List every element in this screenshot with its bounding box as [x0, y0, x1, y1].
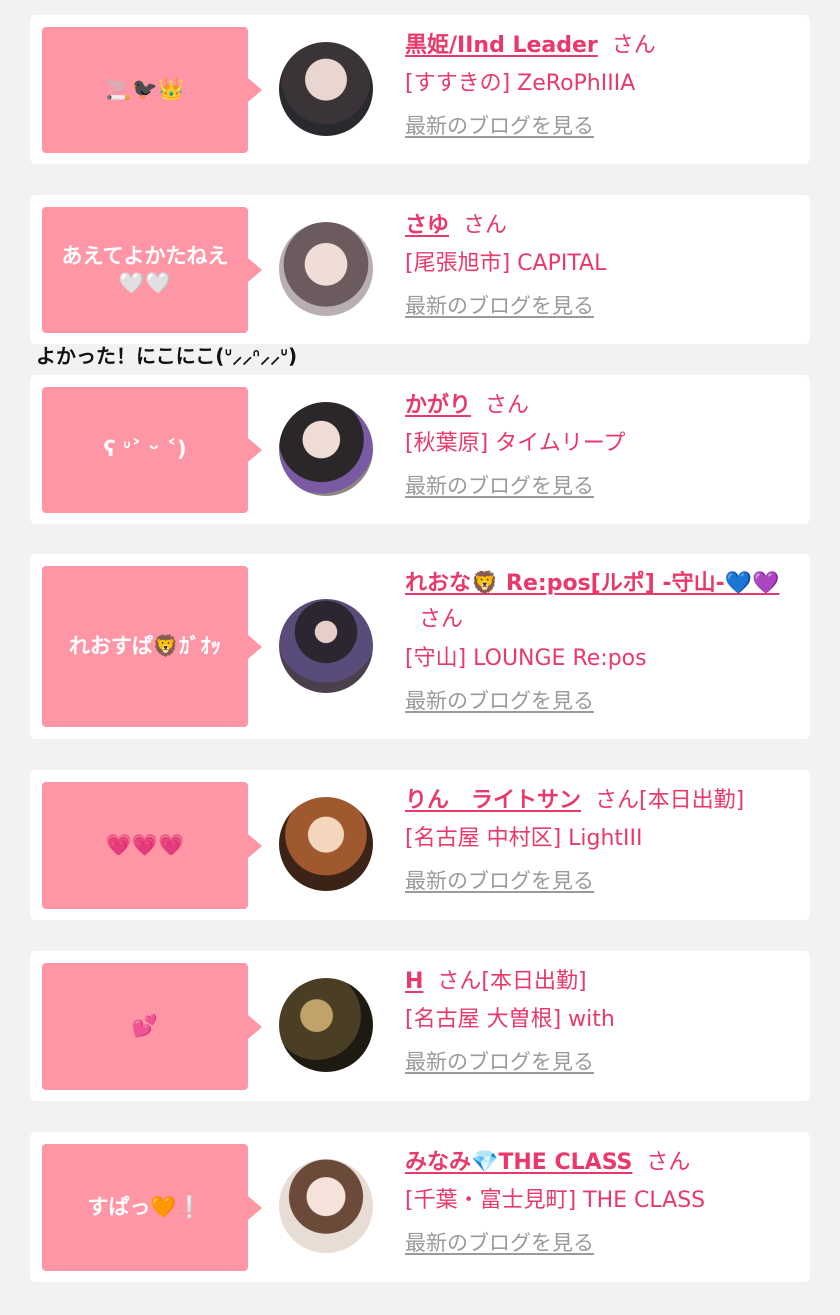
visitor-card: 💗💗💗 りん ライトサン さん[本日出勤] [名古屋 中村区] LightIII …: [30, 770, 810, 920]
avatar[interactable]: [279, 599, 373, 693]
honorific: さん: [463, 213, 508, 238]
honorific: さん: [646, 1150, 691, 1175]
visitor-name-link[interactable]: りん ライトサン: [405, 788, 581, 813]
comment-bubble: ʕ ᐡ˃ ᵕ ˂): [42, 387, 262, 513]
honorific: さん: [419, 607, 464, 632]
shop-label: [名古屋 大曽根] with: [405, 1007, 615, 1032]
visitor-info: 黒姫/IInd Leader さん [すすきの] ZeRoPhIIIA 最新のブロ…: [405, 29, 800, 141]
latest-blog-link[interactable]: 最新のブログを見る: [405, 866, 594, 896]
visitor-card: れおすぱ🦁ｶﾞｵｯ れおな🦁 Re:pos[ルポ] -守山-💙💜 さん [守山] …: [30, 554, 810, 739]
visitor-card: 💕 H さん[本日出勤] [名古屋 大曽根] with 最新のブログを見る: [30, 951, 810, 1101]
latest-blog-link[interactable]: 最新のブログを見る: [405, 686, 594, 716]
visitor-info: みなみ💎THE CLASS さん [千葉・富士見町] THE CLASS 最新のブ…: [405, 1146, 800, 1258]
visitor-name-link[interactable]: さゆ: [405, 213, 449, 238]
latest-blog-link[interactable]: 最新のブログを見る: [405, 471, 594, 501]
honorific: さん: [611, 33, 656, 58]
latest-blog-link[interactable]: 最新のブログを見る: [405, 1047, 594, 1077]
visitor-name-link[interactable]: みなみ💎THE CLASS: [405, 1150, 632, 1175]
comment-bubble: すぱっ🧡❕: [42, 1144, 262, 1271]
visitor-name-link[interactable]: れおな🦁 Re:pos[ルポ] -守山-💙💜: [405, 571, 779, 596]
visitor-name-link[interactable]: かがり: [405, 393, 471, 418]
shop-label: [千葉・富士見町] THE CLASS: [405, 1188, 706, 1213]
visitor-card: すぱっ🧡❕ みなみ💎THE CLASS さん [千葉・富士見町] THE CLAS…: [30, 1132, 810, 1282]
shop-label: [尾張旭市] CAPITAL: [405, 251, 607, 276]
comment-bubble: 🚬🐦‍⬛👑: [42, 27, 262, 153]
visitor-info: かがり さん [秋葉原] タイムリープ 最新のブログを見る: [405, 389, 800, 501]
visitor-card: あえてよかたねえ🤍🤍 さゆ さん [尾張旭市] CAPITAL 最新のブログを見る: [30, 195, 810, 344]
avatar[interactable]: [279, 978, 373, 1072]
latest-blog-link[interactable]: 最新のブログを見る: [405, 291, 594, 321]
shop-label: [名古屋 中村区] LightIII: [405, 826, 643, 851]
honorific: さん[本日出勤]: [437, 969, 587, 994]
shop-label: [秋葉原] タイムリープ: [405, 431, 626, 456]
latest-blog-link[interactable]: 最新のブログを見る: [405, 1228, 594, 1258]
honorific: さん[本日出勤]: [595, 788, 745, 813]
visitor-info: りん ライトサン さん[本日出勤] [名古屋 中村区] LightIII 最新のブ…: [405, 784, 800, 896]
shop-label: [すすきの] ZeRoPhIIIA: [405, 71, 636, 96]
visitor-name-link[interactable]: 黒姫/IInd Leader: [405, 33, 598, 58]
overflow-comment-text: よかった！にこにこ(ᐡ⸝⸝ᐢ⸝⸝ᐡ): [36, 344, 298, 368]
latest-blog-link[interactable]: 最新のブログを見る: [405, 111, 594, 141]
shop-label: [守山] LOUNGE Re:pos: [405, 646, 647, 671]
avatar[interactable]: [279, 402, 373, 496]
avatar[interactable]: [279, 797, 373, 891]
avatar[interactable]: [279, 42, 373, 136]
comment-bubble: 💕: [42, 963, 262, 1090]
honorific: さん: [485, 393, 530, 418]
visitor-info: さゆ さん [尾張旭市] CAPITAL 最新のブログを見る: [405, 209, 800, 321]
comment-bubble: 💗💗💗: [42, 782, 262, 909]
visitor-card: ʕ ᐡ˃ ᵕ ˂) かがり さん [秋葉原] タイムリープ 最新のブログを見る: [30, 375, 810, 524]
visitor-info: H さん[本日出勤] [名古屋 大曽根] with 最新のブログを見る: [405, 965, 800, 1077]
visitor-card: 🚬🐦‍⬛👑 黒姫/IInd Leader さん [すすきの] ZeRoPhIIIA…: [30, 15, 810, 164]
comment-bubble: れおすぱ🦁ｶﾞｵｯ: [42, 566, 262, 727]
visitor-name-link[interactable]: H: [405, 969, 423, 994]
visitor-info: れおな🦁 Re:pos[ルポ] -守山-💙💜 さん [守山] LOUNGE Re:…: [405, 566, 800, 716]
comment-bubble: あえてよかたねえ🤍🤍: [42, 207, 262, 333]
avatar[interactable]: [279, 1159, 373, 1253]
avatar[interactable]: [279, 222, 373, 316]
